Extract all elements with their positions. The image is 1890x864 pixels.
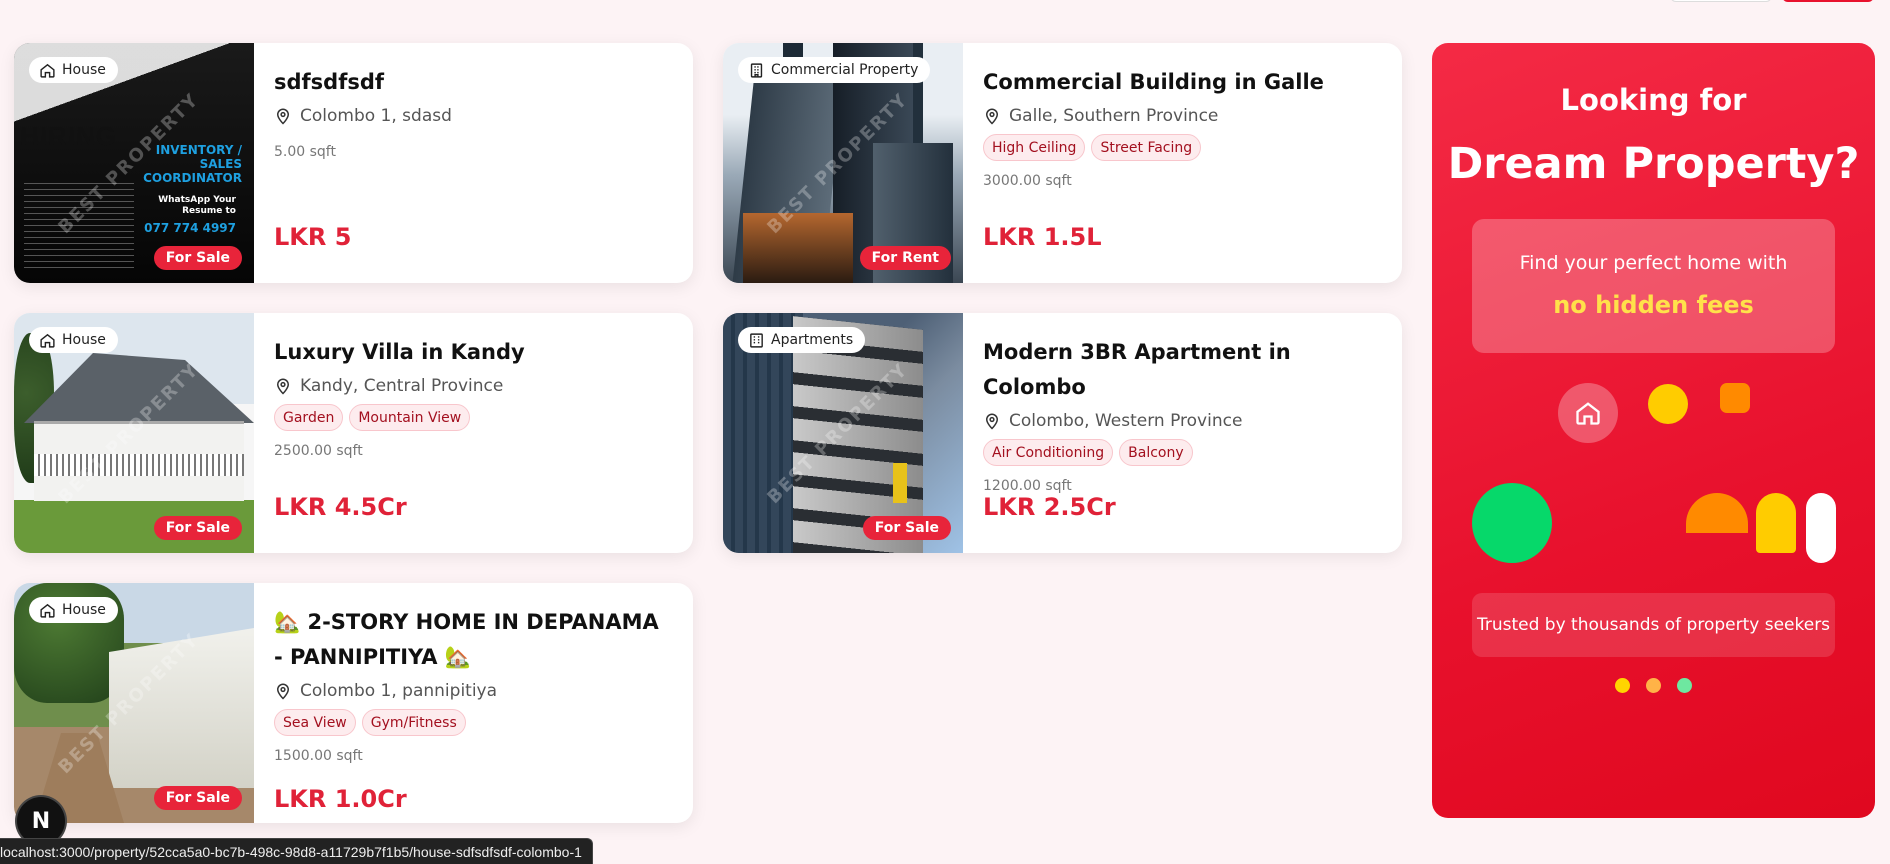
- property-image[interactable]: HIRING INVENTORY / SALES COORDINATOR Wha…: [14, 43, 254, 283]
- amenity-tag: Balcony: [1119, 439, 1193, 466]
- header-primary-button[interactable]: [1782, 0, 1874, 2]
- property-card[interactable]: BEST PROPERTY Commercial Property For Re…: [723, 43, 1402, 283]
- property-card[interactable]: BEST PROPERTY Apartments For Sale Modern…: [723, 313, 1402, 553]
- property-type-label: Commercial Property: [771, 62, 919, 78]
- property-location: Colombo 1, pannipitiya: [274, 681, 663, 701]
- smile-emoji-icon: 😊: [1806, 493, 1836, 563]
- property-type-badge: Commercial Property: [738, 57, 931, 83]
- amenity-tags: High Ceiling Street Facing: [983, 134, 1382, 161]
- building-icon: [750, 62, 763, 78]
- amenity-tag: High Ceiling: [983, 134, 1086, 161]
- property-price: LKR 5: [274, 223, 352, 251]
- property-area: 1500.00 sqft: [274, 748, 363, 764]
- status-bar-url: localhost:3000/property/52cca5a0-bc7b-49…: [0, 838, 593, 864]
- property-card[interactable]: HIRING INVENTORY / SALES COORDINATOR Wha…: [14, 43, 693, 283]
- map-pin-icon: [276, 378, 290, 395]
- apartment-icon: [750, 332, 763, 348]
- property-location: Kandy, Central Province: [274, 376, 673, 396]
- status-badge: For Sale: [862, 516, 951, 540]
- house-icon: [40, 603, 55, 618]
- property-area: 1200.00 sqft: [983, 478, 1072, 494]
- promo-trust-text: Trusted by thousands of property seekers: [1472, 593, 1835, 657]
- property-card[interactable]: BEST PROPERTY House For Sale Luxury Vill…: [14, 313, 693, 553]
- image-text-phone: 077 774 4997: [144, 221, 236, 235]
- header-secondary-button[interactable]: [1670, 0, 1772, 2]
- amenity-tags: Air Conditioning Balcony: [983, 439, 1382, 466]
- property-type-label: House: [62, 62, 106, 78]
- property-type-badge: House: [29, 57, 118, 83]
- property-location-text: Colombo 1, sdasd: [300, 106, 452, 126]
- house-icon: [40, 63, 55, 78]
- amenity-tag: Sea View: [274, 709, 356, 736]
- amenity-tag: Street Facing: [1091, 134, 1202, 161]
- property-image[interactable]: BEST PROPERTY Apartments For Sale: [723, 313, 963, 553]
- property-type-label: House: [62, 602, 106, 618]
- amenity-tag: Mountain View: [349, 404, 471, 431]
- property-title[interactable]: sdfsdfsdf: [274, 65, 673, 100]
- property-location: Colombo 1, sdasd: [274, 106, 673, 126]
- amenity-tags: Garden Mountain View: [274, 404, 673, 431]
- property-price: LKR 4.5Cr: [274, 493, 407, 521]
- property-type-label: House: [62, 332, 106, 348]
- property-location-text: Colombo 1, pannipitiya: [300, 681, 498, 701]
- property-image[interactable]: BEST PROPERTY Commercial Property For Re…: [723, 43, 963, 283]
- amenity-tag: Gym/Fitness: [361, 709, 466, 736]
- status-badge: For Sale: [153, 516, 242, 540]
- promo-box-text: Find your perfect home with: [1519, 252, 1788, 274]
- property-location: Galle, Southern Province: [983, 106, 1382, 126]
- map-pin-icon: [276, 108, 290, 125]
- carousel-dot[interactable]: [1646, 678, 1661, 693]
- property-location-text: Kandy, Central Province: [300, 376, 504, 396]
- home-icon: [1558, 383, 1618, 443]
- map-pin-icon: [985, 108, 999, 125]
- status-badge: For Sale: [153, 786, 242, 810]
- property-location-text: Galle, Southern Province: [1009, 106, 1219, 126]
- decor-yellow-circle: [1648, 384, 1688, 424]
- property-title[interactable]: Luxury Villa in Kandy: [274, 335, 673, 370]
- amenity-tag: Garden: [274, 404, 344, 431]
- promo-box: Find your perfect home with no hidden fe…: [1472, 219, 1835, 353]
- property-area: 5.00 sqft: [274, 144, 336, 160]
- carousel-dot[interactable]: [1615, 678, 1630, 693]
- decor-green-circle: [1472, 483, 1552, 563]
- status-badge: For Sale: [153, 246, 242, 270]
- property-price: LKR 1.0Cr: [274, 785, 407, 813]
- property-type-label: Apartments: [771, 332, 854, 348]
- decor-yellow-pill: [1756, 493, 1796, 553]
- carousel-dot[interactable]: [1677, 678, 1692, 693]
- promo-heading-small: Looking for: [1560, 83, 1747, 117]
- property-image[interactable]: BEST PROPERTY House For Sale: [14, 313, 254, 553]
- amenity-tags: Sea View Gym/Fitness: [274, 709, 663, 736]
- property-title[interactable]: Commercial Building in Galle: [983, 65, 1382, 100]
- property-type-badge: Apartments: [738, 327, 866, 353]
- property-area: 2500.00 sqft: [274, 443, 363, 459]
- property-title[interactable]: Modern 3BR Apartment in Colombo: [983, 335, 1382, 405]
- map-pin-icon: [985, 413, 999, 430]
- property-price: LKR 2.5Cr: [983, 493, 1116, 521]
- image-text-whatsapp: WhatsApp Your Resume to: [158, 195, 236, 216]
- property-price: LKR 1.5L: [983, 223, 1102, 251]
- property-location: Colombo, Western Province: [983, 411, 1382, 431]
- carousel-dots: [1432, 678, 1875, 693]
- property-type-badge: House: [29, 327, 118, 353]
- promo-heading-large: Dream Property?: [1447, 139, 1860, 189]
- promo-box-highlight: no hidden fees: [1553, 291, 1754, 319]
- property-area: 3000.00 sqft: [983, 173, 1072, 189]
- property-location-text: Colombo, Western Province: [1009, 411, 1243, 431]
- image-text-hiring: HIRING: [20, 121, 117, 151]
- property-image[interactable]: BEST PROPERTY House For Sale: [14, 583, 254, 823]
- status-badge: For Rent: [859, 246, 951, 270]
- property-type-badge: House: [29, 597, 118, 623]
- property-title[interactable]: 🏡 2-STORY HOME IN DEPANAMA - PANNIPITIYA…: [274, 605, 663, 675]
- decor-orange-square: [1720, 383, 1750, 413]
- house-icon: [40, 333, 55, 348]
- promo-panel: Looking for Dream Property? Find your pe…: [1432, 43, 1875, 818]
- amenity-tag: Air Conditioning: [983, 439, 1114, 466]
- property-card[interactable]: BEST PROPERTY House For Sale 🏡 2-STORY H…: [14, 583, 693, 823]
- decor-orange-half-circle: [1686, 493, 1748, 533]
- map-pin-icon: [276, 683, 290, 700]
